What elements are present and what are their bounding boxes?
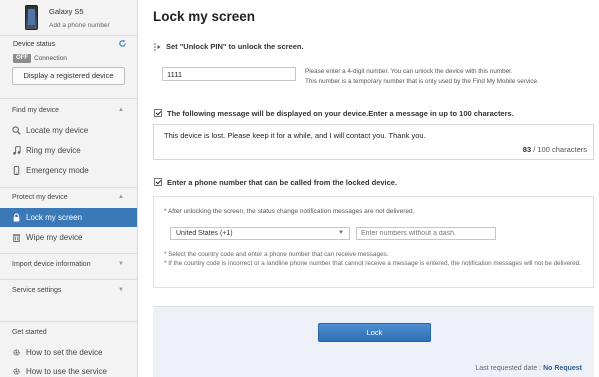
sidebar-item-label: How to use the service xyxy=(26,367,107,376)
connection-label: Connection xyxy=(34,55,67,62)
country-code-select[interactable]: United States (+1) ▼ xyxy=(170,227,350,240)
phone-notes: * Select the country code and enter a ph… xyxy=(164,251,584,268)
phone-note: * If the country code is incorrect or a … xyxy=(164,259,581,267)
trash-icon xyxy=(12,234,21,242)
phone-icon xyxy=(13,166,20,175)
page-title: Lock my screen xyxy=(153,9,256,24)
action-panel: Lock Last requested date : No Request xyxy=(153,306,594,377)
find-my-device-heading[interactable]: Find my device xyxy=(12,107,59,114)
phone-thumbnail xyxy=(25,5,38,30)
message-checkbox[interactable] xyxy=(154,109,162,117)
phone-checkbox[interactable] xyxy=(154,178,162,186)
message-textarea[interactable]: This device is lost. Please keep it for … xyxy=(153,124,594,160)
sidebar-item-ring[interactable]: Ring my device xyxy=(0,141,137,160)
character-counter: 83 / 100 characters xyxy=(523,145,587,154)
sidebar: Galaxy S5 Add a phone number Device stat… xyxy=(0,0,138,377)
unlock-pin-input[interactable] xyxy=(162,67,296,81)
caret-up-icon[interactable]: ▲ xyxy=(118,194,124,200)
refresh-icon[interactable] xyxy=(118,39,127,48)
pin-section-header: Set "Unlock PIN" to unlock the screen. xyxy=(153,40,594,54)
gear-icon xyxy=(13,368,20,375)
device-status-label: Device status xyxy=(13,41,56,48)
gear-icon xyxy=(13,349,20,356)
service-settings-heading[interactable]: Service settings xyxy=(12,287,61,294)
caret-down-icon[interactable]: ▼ xyxy=(118,261,124,267)
last-requested-value: No Request xyxy=(543,365,582,372)
sidebar-item-label: Lock my screen xyxy=(26,213,83,222)
import-device-information-heading[interactable]: Import device information xyxy=(12,261,91,268)
caret-up-icon[interactable]: ▲ xyxy=(118,107,124,113)
add-phone-number-link[interactable]: Add a phone number xyxy=(49,22,110,29)
search-icon xyxy=(12,126,21,135)
last-requested-date: Last requested date : No Request xyxy=(475,365,582,372)
phone-note: * Select the country code and enter a ph… xyxy=(164,251,389,258)
protect-section-divider xyxy=(0,187,138,188)
chevron-down-icon: ▼ xyxy=(338,230,344,236)
phone-section: * After unlocking the screen, the status… xyxy=(153,196,594,288)
protect-my-device-heading[interactable]: Protect my device xyxy=(12,194,68,201)
pin-header-text: Set "Unlock PIN" to unlock the screen. xyxy=(166,42,304,51)
device-header[interactable]: Galaxy S5 Add a phone number xyxy=(0,0,138,36)
display-registered-device-button[interactable]: Display a registered device xyxy=(12,67,125,85)
phone-number-input[interactable] xyxy=(356,227,496,240)
sidebar-item-label: Wipe my device xyxy=(26,233,83,242)
caret-down-icon[interactable]: ▼ xyxy=(118,287,124,293)
sidebar-item-emergency[interactable]: Emergency mode xyxy=(0,161,137,180)
sidebar-item-lock-screen[interactable]: Lock my screen xyxy=(0,208,137,227)
last-requested-label: Last requested date : xyxy=(475,365,542,372)
sidebar-item-how-to-use[interactable]: How to use the service xyxy=(0,362,137,377)
find-section-divider xyxy=(0,98,138,99)
char-max-label: / 100 characters xyxy=(533,145,587,154)
service-section-divider xyxy=(0,279,138,280)
char-count-value: 83 xyxy=(522,145,532,154)
lock-button[interactable]: Lock xyxy=(318,323,431,342)
message-text: This device is lost. Please keep it for … xyxy=(164,131,426,140)
sidebar-item-wipe[interactable]: Wipe my device xyxy=(0,228,137,247)
status-badge: OFF xyxy=(13,54,31,63)
dotted-arrow-icon xyxy=(154,43,161,51)
message-header-text: The following message will be displayed … xyxy=(167,109,514,118)
sidebar-item-label: How to set the device xyxy=(26,348,103,357)
phone-header-text: Enter a phone number that can be called … xyxy=(167,178,398,187)
sidebar-item-label: Locate my device xyxy=(26,126,89,135)
sidebar-item-label: Emergency mode xyxy=(26,166,89,175)
lock-icon xyxy=(13,213,20,222)
sidebar-item-locate[interactable]: Locate my device xyxy=(0,121,137,140)
get-started-heading: Get started xyxy=(12,329,47,336)
get-started-divider xyxy=(0,321,138,322)
pin-description-line: Please enter a 4-digit number. You can u… xyxy=(305,68,513,75)
pin-description: Please enter a 4-digit number. You can u… xyxy=(305,67,590,87)
phone-note: * After unlocking the screen, the status… xyxy=(164,208,415,215)
import-section-divider xyxy=(0,253,138,254)
music-note-icon xyxy=(13,146,21,155)
sidebar-item-how-to-set[interactable]: How to set the device xyxy=(0,343,137,362)
pin-description-line: This number is a temporary number that i… xyxy=(305,78,539,85)
country-code-value: United States (+1) xyxy=(176,230,233,237)
device-name: Galaxy S5 xyxy=(49,7,84,16)
sidebar-item-label: Ring my device xyxy=(26,146,81,155)
